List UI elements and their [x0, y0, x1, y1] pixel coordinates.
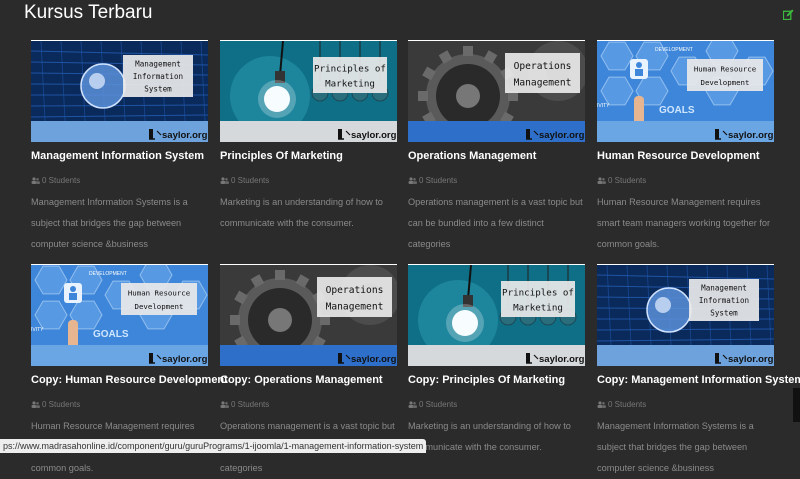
users-icon: [31, 401, 40, 408]
scrollbar-thumb[interactable]: [793, 388, 800, 422]
thumbnail-overlay-text: Information: [133, 72, 183, 81]
course-card[interactable]: Management Information System saylor.org Cop…: [597, 264, 800, 473]
students-count: 0 Students: [597, 400, 646, 409]
course-thumbnail[interactable]: DEVELOPMENT GOALS IVITY Human Resource Devel…: [597, 40, 774, 142]
students-count: 0 Students: [31, 400, 80, 409]
course-title-link[interactable]: Copy: Management Information System: [597, 374, 800, 386]
course-title-link[interactable]: Copy: Operations Management: [220, 374, 383, 386]
students-count-text: 0 Students: [42, 176, 81, 185]
thumbnail-overlay-text: Operations: [514, 61, 572, 72]
brand-text: saylor.org: [728, 354, 774, 365]
students-count: 0 Students: [220, 176, 269, 185]
course-thumbnail[interactable]: Principles of Marketing saylor.org: [408, 264, 585, 366]
students-count-text: 0 Students: [419, 400, 458, 409]
students-count: 0 Students: [31, 176, 80, 185]
students-count: 0 Students: [597, 176, 646, 185]
brand-text: saylor.org: [162, 130, 208, 141]
course-title-link[interactable]: Copy: Human Resource Development: [31, 374, 228, 386]
thumbnail-overlay-text: Marketing: [513, 302, 563, 313]
course-thumbnail[interactable]: Operations Management saylor.org: [220, 264, 397, 366]
course-card[interactable]: DEVELOPMENT GOALS IVITY Human Resource Devel…: [31, 264, 228, 473]
course-thumbnail[interactable]: Management Information System saylor.org: [597, 264, 774, 366]
course-card[interactable]: Principles of Marketing saylor.org Principl…: [220, 40, 397, 228]
course-description: Marketing is an understanding of how to …: [408, 421, 571, 452]
hr-tag-development: DEVELOPMENT: [655, 47, 693, 53]
course-thumbnail[interactable]: Operations Management saylor.org: [408, 40, 585, 142]
thumbnail-overlay-text: Principles of: [314, 63, 386, 74]
hr-tag-goals: GOALS: [659, 105, 695, 116]
thumbnail-overlay-text: Development: [701, 78, 750, 87]
course-card[interactable]: Management Information System saylor.org Man…: [31, 40, 208, 249]
course-description: Management Information Systems is a subj…: [31, 197, 188, 249]
thumbnail-overlay-text: Human Resource: [128, 289, 191, 298]
thumbnail-overlay-text: Principles of: [502, 287, 574, 298]
students-count-text: 0 Students: [608, 400, 647, 409]
course-thumbnail[interactable]: DEVELOPMENT GOALS IVITY Human Resource Devel…: [31, 264, 208, 366]
hr-tag-goals: GOALS: [93, 329, 129, 340]
thumbnail-overlay-text: Management: [514, 78, 572, 89]
hr-tag-activity: IVITY: [31, 327, 44, 333]
thumbnail-overlay-text: System: [710, 308, 738, 317]
thumbnail-overlay-text: Information: [699, 296, 749, 305]
students-count-text: 0 Students: [608, 176, 647, 185]
users-icon: [597, 177, 606, 184]
course-description: Management Information Systems is a subj…: [597, 421, 754, 473]
users-icon: [31, 177, 40, 184]
brand-text: saylor.org: [539, 354, 585, 365]
course-card[interactable]: Principles of Marketing saylor.org Copy: Pr…: [408, 264, 585, 452]
students-count: 0 Students: [220, 400, 269, 409]
thumbnail-overlay-text: Management: [701, 284, 747, 293]
brand-text: saylor.org: [351, 354, 397, 365]
course-card[interactable]: Operations Management saylor.org Operations…: [408, 40, 585, 249]
users-icon: [408, 401, 417, 408]
students-count-text: 0 Students: [231, 176, 270, 185]
brand-text: saylor.org: [728, 130, 774, 141]
users-icon: [597, 401, 606, 408]
students-count: 0 Students: [408, 400, 457, 409]
thumbnail-overlay-text: System: [144, 84, 172, 93]
course-title-link[interactable]: Operations Management: [408, 150, 536, 162]
hr-tag-activity: IVITY: [597, 103, 610, 109]
course-card[interactable]: Operations Management saylor.org Copy: Oper…: [220, 264, 397, 473]
students-count: 0 Students: [408, 176, 457, 185]
hr-tag-development: DEVELOPMENT: [89, 271, 127, 277]
users-icon: [408, 177, 417, 184]
course-title-link[interactable]: Principles Of Marketing: [220, 150, 343, 162]
brand-text: saylor.org: [539, 130, 585, 141]
thumbnail-overlay-text: Development: [135, 302, 184, 311]
thumbnail-overlay-text: Human Resource: [694, 65, 757, 74]
thumbnail-overlay-text: Management: [326, 302, 384, 313]
users-icon: [220, 401, 229, 408]
edit-icon[interactable]: [783, 9, 794, 20]
students-count-text: 0 Students: [42, 400, 81, 409]
course-thumbnail[interactable]: Management Information System saylor.org: [31, 40, 208, 142]
course-title-link[interactable]: Copy: Principles Of Marketing: [408, 374, 565, 386]
brand-text: saylor.org: [351, 130, 397, 141]
status-bar-url: ps://www.madrasahonline.id/component/gur…: [0, 439, 427, 453]
course-title-link[interactable]: Human Resource Development: [597, 150, 760, 162]
course-description: Human Resource Management requires smart…: [597, 197, 771, 249]
page-title: Kursus Terbaru: [24, 2, 153, 23]
course-description: Operations management is a vast topic bu…: [408, 197, 583, 249]
students-count-text: 0 Students: [231, 400, 270, 409]
course-thumbnail[interactable]: Principles of Marketing saylor.org: [220, 40, 397, 142]
course-description: Marketing is an understanding of how to …: [220, 197, 383, 228]
students-count-text: 0 Students: [419, 176, 458, 185]
users-icon: [220, 177, 229, 184]
course-title-link[interactable]: Management Information System: [31, 150, 204, 162]
thumbnail-overlay-text: Marketing: [325, 78, 375, 89]
brand-text: saylor.org: [162, 354, 208, 365]
course-card[interactable]: DEVELOPMENT GOALS IVITY Human Resource Devel…: [597, 40, 774, 249]
thumbnail-overlay-text: Management: [135, 60, 181, 69]
thumbnail-overlay-text: Operations: [326, 285, 384, 296]
